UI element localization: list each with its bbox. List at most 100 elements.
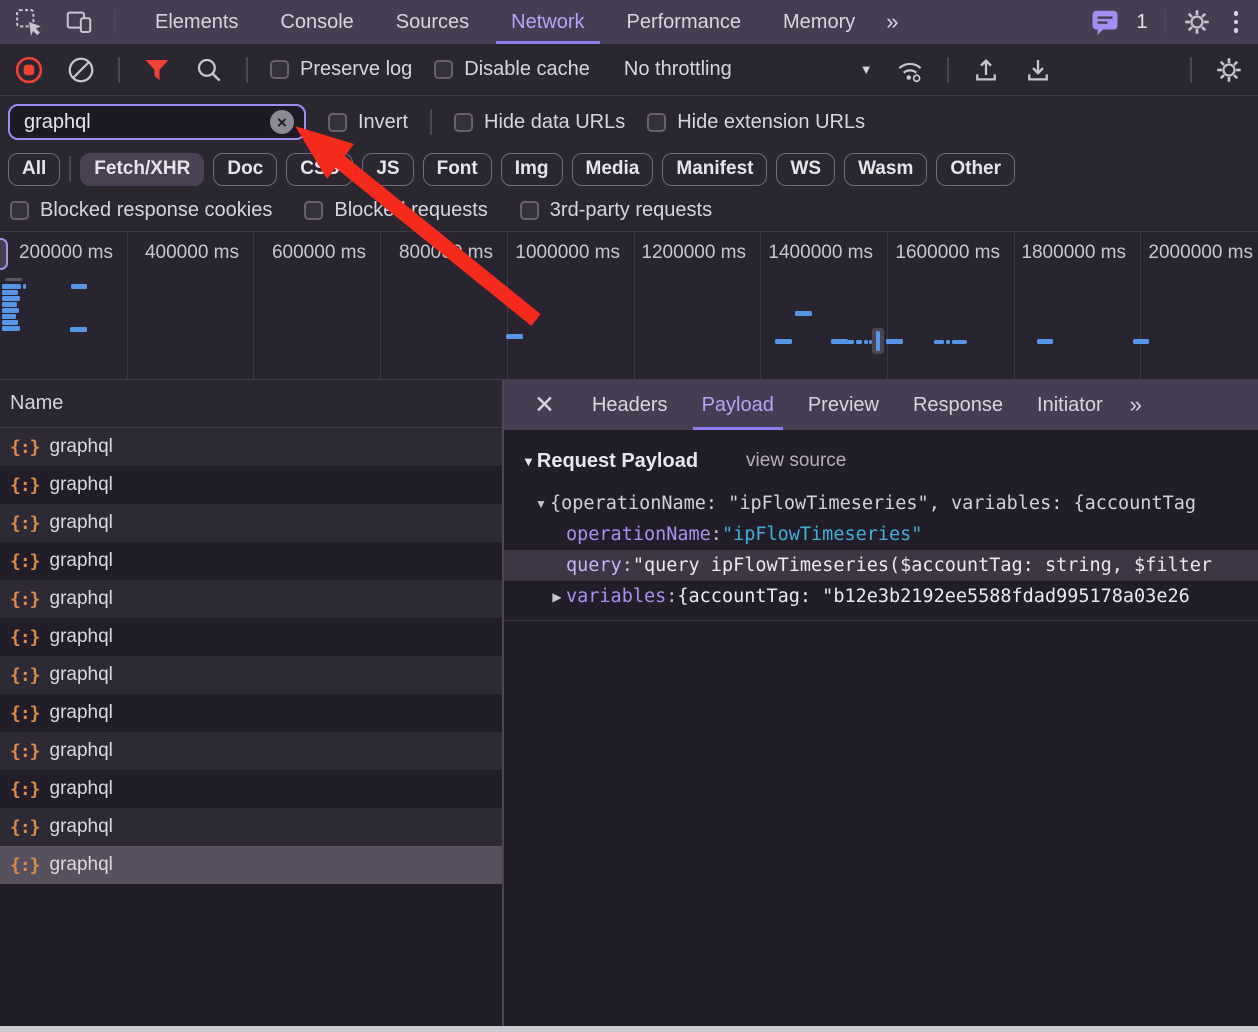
hide-extension-urls-checkbox[interactable] <box>647 113 666 132</box>
tab-memory[interactable]: Memory <box>762 0 876 44</box>
waterfall-bar <box>775 339 792 344</box>
timeline-gridline <box>887 232 888 379</box>
network-conditions-icon[interactable] <box>895 55 925 85</box>
request-row[interactable]: {:}graphql <box>0 542 502 580</box>
chip-fetch-xhr[interactable]: Fetch/XHR <box>80 153 204 186</box>
waterfall-bar <box>2 326 20 331</box>
filter-funnel-icon[interactable] <box>142 55 172 85</box>
inspect-element-icon[interactable] <box>14 7 44 37</box>
devtools-tab-strip: ElementsConsoleSourcesNetworkPerformance… <box>0 0 1258 44</box>
blocked-filter: Blocked response cookies <box>10 199 272 222</box>
export-har-icon[interactable] <box>1023 55 1053 85</box>
record-network-log-button[interactable] <box>14 55 44 85</box>
request-row[interactable]: {:}graphql <box>0 694 502 732</box>
tab-elements[interactable]: Elements <box>134 0 259 44</box>
timeline-tick-label: 1800000 ms <box>1021 242 1126 264</box>
toolbar-divider <box>246 57 248 83</box>
hide-data-urls-checkbox[interactable] <box>454 113 473 132</box>
-rd-party-requests-checkbox[interactable] <box>520 201 539 220</box>
payload-line[interactable]: ▼{operationName: "ipFlowTimeseries", var… <box>504 488 1258 519</box>
chip-js[interactable]: JS <box>362 153 413 186</box>
json-file-icon: {:} <box>10 475 40 496</box>
request-row[interactable]: {:}graphql <box>0 808 502 846</box>
chip-wasm[interactable]: Wasm <box>844 153 927 186</box>
more-details-tabs-button[interactable]: » <box>1120 380 1149 430</box>
filter-input[interactable]: × <box>8 104 306 140</box>
timeline-tick-label: 400000 ms <box>145 242 239 264</box>
device-toolbar-icon[interactable] <box>64 7 94 37</box>
request-row[interactable]: {:}graphql <box>0 428 502 466</box>
payload-line[interactable]: operationName: "ipFlowTimeseries" <box>504 519 1258 550</box>
waterfall-bar <box>71 284 87 289</box>
clear-filter-icon[interactable]: × <box>270 110 294 134</box>
more-options-menu-icon[interactable] <box>1228 11 1245 33</box>
tab-sources[interactable]: Sources <box>375 0 490 44</box>
waterfall-bar <box>2 290 18 295</box>
request-row[interactable]: {:}graphql <box>0 770 502 808</box>
import-har-icon[interactable] <box>971 55 1001 85</box>
request-row[interactable]: {:}graphql <box>0 580 502 618</box>
tab-console[interactable]: Console <box>259 0 374 44</box>
tab-performance[interactable]: Performance <box>606 0 763 44</box>
more-tabs-button[interactable]: » <box>876 0 905 44</box>
preserve-log-checkbox[interactable] <box>270 60 289 79</box>
close-details-icon[interactable]: ✕ <box>522 380 567 430</box>
chevron-down-icon: ▼ <box>860 62 873 77</box>
throttling-select[interactable]: No throttling ▼ <box>624 58 873 81</box>
toolbar-divider <box>114 9 116 35</box>
expand-triangle-icon[interactable]: ▶ <box>548 590 566 604</box>
json-file-icon: {:} <box>10 703 40 724</box>
view-source-link[interactable]: view source <box>746 450 846 472</box>
timeline-handle[interactable] <box>0 238 8 270</box>
chip-media[interactable]: Media <box>572 153 654 186</box>
network-settings-gear-icon[interactable] <box>1214 55 1244 85</box>
timeline-tick-label: 200000 ms <box>19 242 113 264</box>
details-tab-payload[interactable]: Payload <box>685 380 791 430</box>
request-row[interactable]: {:}graphql <box>0 846 502 884</box>
disable-cache-checkbox[interactable] <box>434 60 453 79</box>
details-tab-preview[interactable]: Preview <box>791 380 896 430</box>
chip-ws[interactable]: WS <box>776 153 835 186</box>
chip-font[interactable]: Font <box>423 153 492 186</box>
request-name: graphql <box>50 474 113 496</box>
chip-all[interactable]: All <box>8 153 60 186</box>
request-name: graphql <box>50 588 113 610</box>
chip-css[interactable]: CSS <box>286 153 353 186</box>
chip-doc[interactable]: Doc <box>213 153 277 186</box>
payload-line[interactable]: query: "query ipFlowTimeseries($accountT… <box>504 550 1258 581</box>
preserve-log-label: Preserve log <box>300 58 412 81</box>
request-payload-title[interactable]: Request Payload <box>537 450 698 473</box>
details-tab-headers[interactable]: Headers <box>575 380 685 430</box>
request-details-panel: ✕ HeadersPayloadPreviewResponseInitiator… <box>504 380 1258 1026</box>
blocked-response-cookies-checkbox[interactable] <box>10 201 29 220</box>
request-row[interactable]: {:}graphql <box>0 656 502 694</box>
expand-triangle-icon[interactable]: ▼ <box>532 497 550 511</box>
chip-img[interactable]: Img <box>501 153 563 186</box>
chip-other[interactable]: Other <box>936 153 1015 186</box>
timeline-gridline <box>253 232 254 379</box>
details-tab-response[interactable]: Response <box>896 380 1020 430</box>
invert-checkbox[interactable] <box>328 113 347 132</box>
payload-tree: ▼{operationName: "ipFlowTimeseries", var… <box>504 488 1258 621</box>
network-overview-timeline[interactable]: 200000 ms400000 ms600000 ms800000 ms1000… <box>0 232 1258 380</box>
waterfall-bar <box>23 284 26 289</box>
clear-network-log-button[interactable] <box>66 55 96 85</box>
settings-gear-icon[interactable] <box>1182 7 1212 37</box>
filter-bar: × Invert Hide data URLs Hide extension U… <box>0 96 1258 148</box>
request-row[interactable]: {:} graphql <box>0 466 502 504</box>
json-file-icon: {:} <box>10 817 40 838</box>
filter-text-field[interactable] <box>24 111 270 134</box>
collapse-triangle-icon[interactable]: ▼ <box>522 454 535 469</box>
tab-network[interactable]: Network <box>490 0 605 44</box>
name-column-header[interactable]: Name <box>0 380 502 428</box>
payload-line[interactable]: ▶variables: {accountTag: "b12e3b2192ee55… <box>504 581 1258 612</box>
blocked-requests-checkbox[interactable] <box>304 201 323 220</box>
details-tab-initiator[interactable]: Initiator <box>1020 380 1120 430</box>
search-icon[interactable] <box>194 55 224 85</box>
request-row[interactable]: {:}graphql <box>0 504 502 542</box>
request-row[interactable]: {:}graphql <box>0 732 502 770</box>
request-name: graphql <box>50 740 113 762</box>
issues-icon[interactable] <box>1090 7 1120 37</box>
request-row[interactable]: {:}graphql <box>0 618 502 656</box>
chip-manifest[interactable]: Manifest <box>662 153 767 186</box>
